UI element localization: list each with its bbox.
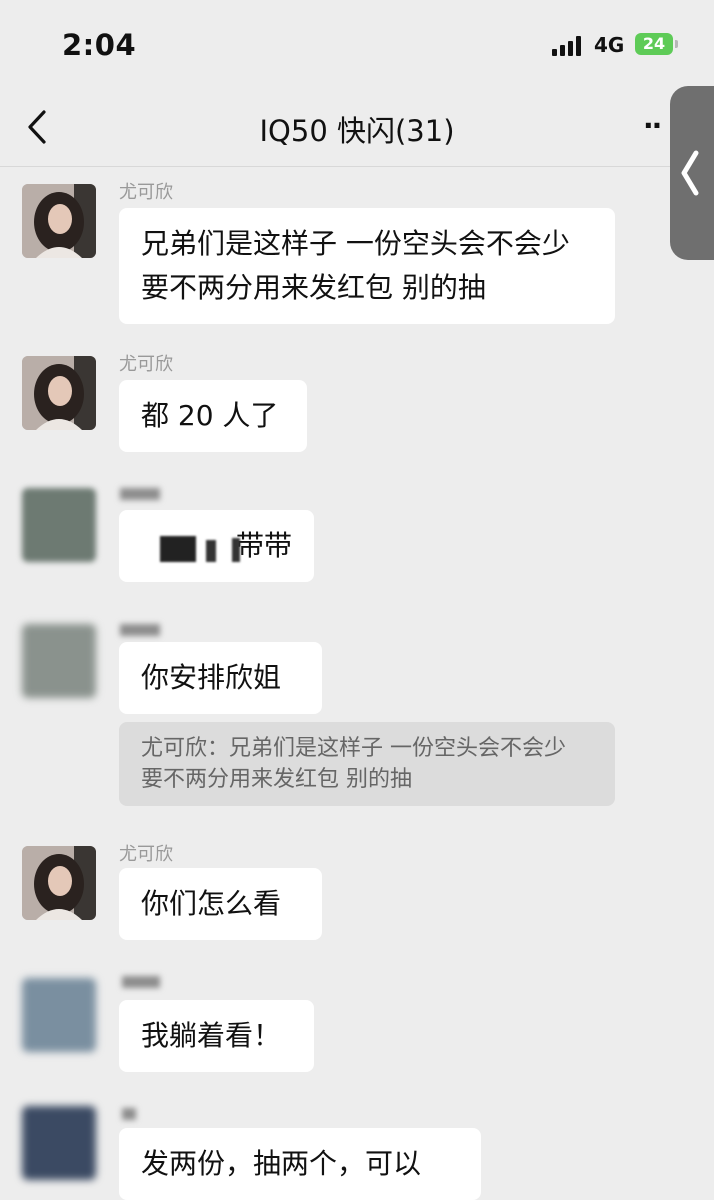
avatar[interactable] [22,1106,96,1180]
side-panel-handle[interactable] [670,86,714,260]
message-bubble[interactable]: 带带 [119,510,314,582]
message-bubble[interactable]: 发两份，抽两个，可以 [119,1128,481,1200]
status-bar: 2:04 4G 24 [0,0,714,90]
avatar[interactable] [22,978,96,1052]
sender-name: 尤可欣 [119,354,173,375]
network-type: 4G [594,33,625,57]
redacted-sender-name [120,488,160,500]
avatar-photo-icon [22,846,96,920]
avatar[interactable] [22,846,96,920]
message-bubble[interactable]: 兄弟们是这样子 一份空头会不会少 要不两分用来发红包 别的抽 [119,208,615,324]
battery-icon: 24 [635,33,678,55]
redacted-sender-name [122,1108,136,1120]
battery-level: 24 [642,34,666,53]
chat-title: IQ50 快闪(31) [259,114,455,148]
message-bubble[interactable]: 都 20 人了 [119,380,307,452]
avatar[interactable] [22,488,96,562]
redacted-text [206,540,216,562]
chevron-left-icon [681,150,699,196]
avatar-photo-icon [22,356,96,430]
sender-name: 尤可欣 [119,182,173,203]
message-bubble[interactable]: 你们怎么看 [119,868,322,940]
avatar[interactable] [22,184,96,258]
signal-icon [552,34,586,56]
redacted-text [232,538,240,562]
message-text: 带带 [235,529,292,562]
message-bubble[interactable]: 你安排欣姐 [119,642,322,714]
redacted-text [160,536,196,562]
status-time: 2:04 [62,28,137,62]
more-button[interactable]: ·· [643,112,662,140]
avatar[interactable] [22,624,96,698]
redacted-sender-name [120,624,160,636]
sender-name: 尤可欣 [119,844,173,865]
redacted-sender-name [122,976,160,988]
chat-header: IQ50 快闪(31) ·· [0,90,714,167]
avatar-photo-icon [22,184,96,258]
message-bubble[interactable]: 我躺着看！ [119,1000,314,1072]
avatar[interactable] [22,356,96,430]
quoted-message[interactable]: 尤可欣：兄弟们是这样子 一份空头会不会少 要不两分用来发红包 别的抽 [119,722,615,806]
